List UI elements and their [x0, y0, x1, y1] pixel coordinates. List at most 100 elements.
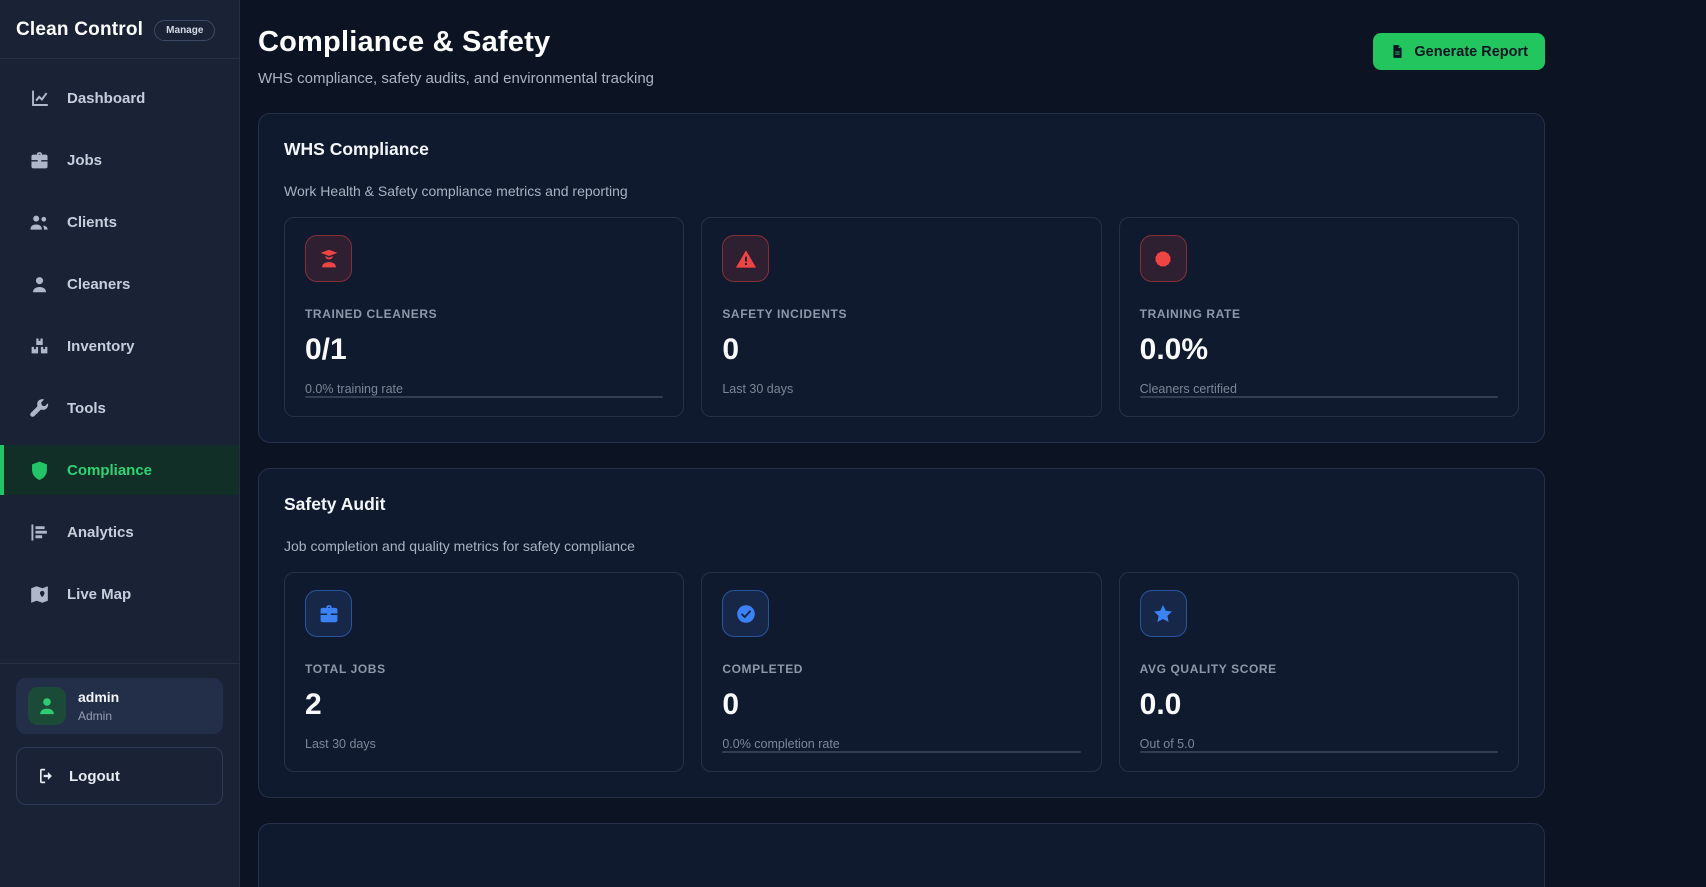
metric-value: 0.0	[1139, 688, 1182, 721]
app-root: Clean Control Manage Dashboard Jobs Clie…	[0, 0, 1706, 887]
page-subtitle: WHS compliance, safety audits, and envir…	[258, 70, 655, 87]
sidebar-item-clients[interactable]: Clients	[0, 197, 239, 247]
sidebar-item-tools[interactable]: Tools	[0, 383, 239, 433]
metric-subtext: Last 30 days	[722, 382, 794, 396]
main-content: Compliance & Safety WHS compliance, safe…	[240, 0, 1706, 887]
metric-subtext: Last 30 days	[305, 737, 376, 751]
user-card[interactable]: admin Admin	[16, 678, 223, 734]
section-title: WHS Compliance	[284, 139, 429, 159]
metric-card-avg-quality-score: AVG QUALITY SCORE 0.0 Out of 5.0	[1118, 572, 1519, 772]
metric-value: 0.0%	[1139, 333, 1209, 366]
metric-value: 0	[722, 333, 740, 366]
brand-title: Clean Control	[16, 19, 144, 40]
wrench-icon	[29, 398, 50, 419]
metric-subtext: 0.0% training rate	[305, 382, 403, 396]
metric-card-safety-incidents: SAFETY INCIDENTS 0 Last 30 days	[701, 217, 1102, 417]
generate-report-label: Generate Report	[1414, 43, 1528, 60]
progress-track	[1139, 396, 1498, 398]
boxes-icon	[29, 336, 50, 357]
metric-label: TOTAL JOBS	[305, 662, 386, 676]
metric-icon-tile	[722, 235, 770, 282]
metric-card-training-rate: TRAINING RATE 0.0% Cleaners certified	[1118, 217, 1519, 417]
section-safety-audit: Safety Audit Job completion and quality …	[258, 468, 1545, 798]
metric-card-trained-cleaners: TRAINED CLEANERS 0/1 0.0% training rate	[284, 217, 685, 417]
sidebar-bottom: admin Admin Logout	[0, 663, 239, 821]
section-whs-compliance: WHS Compliance Work Health & Safety comp…	[258, 113, 1545, 443]
metric-subtext: Cleaners certified	[1139, 382, 1237, 396]
users-icon	[29, 212, 50, 233]
manage-badge[interactable]: Manage	[154, 19, 216, 41]
sidebar-item-compliance[interactable]: Compliance	[0, 445, 239, 495]
section-title: Safety Audit	[284, 494, 386, 514]
triangle-alert-icon	[735, 248, 757, 270]
metric-value: 0/1	[305, 333, 347, 366]
map-icon	[29, 584, 50, 605]
metric-card-completed: COMPLETED 0 0.0% completion rate	[701, 572, 1102, 772]
metric-icon-tile	[1139, 235, 1187, 282]
sidebar-item-label: Clients	[67, 213, 118, 231]
sidebar-item-live-map[interactable]: Live Map	[0, 569, 239, 619]
user-graduate-icon	[318, 248, 340, 270]
sidebar-item-label: Inventory	[67, 337, 135, 355]
user-role: Admin	[78, 708, 113, 723]
metric-cards-row: TOTAL JOBS 2 Last 30 days COMPLETED 0 0.…	[284, 572, 1519, 772]
logout-button[interactable]: Logout	[16, 747, 223, 805]
sidebar: Clean Control Manage Dashboard Jobs Clie…	[0, 0, 240, 887]
shield-icon	[29, 460, 50, 481]
sidebar-nav: Dashboard Jobs Clients Cleaners Inventor…	[0, 59, 239, 663]
metric-label: SAFETY INCIDENTS	[722, 307, 848, 321]
metric-label: TRAINED CLEANERS	[305, 307, 438, 321]
user-icon	[29, 274, 50, 295]
metric-icon-tile	[722, 590, 770, 637]
sidebar-item-label: Analytics	[67, 523, 134, 541]
sidebar-item-inventory[interactable]: Inventory	[0, 321, 239, 371]
progress-track	[722, 751, 1081, 753]
sidebar-item-dashboard[interactable]: Dashboard	[0, 73, 239, 123]
sidebar-item-label: Tools	[67, 399, 106, 417]
briefcase-icon	[318, 603, 340, 625]
chart-line-icon	[29, 88, 50, 109]
sidebar-item-cleaners[interactable]: Cleaners	[0, 259, 239, 309]
logout-icon	[37, 767, 55, 785]
metric-value: 0	[722, 688, 740, 721]
section-peek	[258, 823, 1545, 887]
metric-icon-tile	[305, 590, 352, 637]
report-file-icon	[1390, 43, 1405, 60]
metric-value: 2	[305, 688, 322, 721]
page-header-text: Compliance & Safety WHS compliance, safe…	[258, 26, 654, 87]
progress-track	[305, 396, 664, 398]
metric-label: AVG QUALITY SCORE	[1139, 662, 1277, 676]
user-name: admin	[78, 689, 120, 706]
metric-cards-row: TRAINED CLEANERS 0/1 0.0% training rate …	[284, 217, 1519, 417]
section-subtitle: Job completion and quality metrics for s…	[284, 538, 635, 554]
star-icon	[1152, 603, 1174, 625]
generate-report-button[interactable]: Generate Report	[1373, 33, 1545, 70]
sidebar-item-label: Cleaners	[67, 275, 131, 293]
sidebar-item-label: Live Map	[67, 585, 132, 603]
briefcase-icon	[29, 150, 50, 171]
metric-subtext: 0.0% completion rate	[722, 737, 840, 751]
progress-track	[1139, 751, 1498, 753]
user-avatar-icon	[28, 687, 66, 725]
page-title: Compliance & Safety	[258, 26, 551, 58]
page-header: Compliance & Safety WHS compliance, safe…	[258, 26, 1545, 87]
sidebar-brand-row: Clean Control Manage	[0, 0, 239, 59]
sidebar-item-analytics[interactable]: Analytics	[0, 507, 239, 557]
chart-bars-icon	[29, 522, 50, 543]
metric-icon-tile	[1139, 590, 1187, 637]
metric-label: TRAINING RATE	[1139, 307, 1241, 321]
user-info: admin Admin	[78, 689, 119, 723]
sidebar-item-jobs[interactable]: Jobs	[0, 135, 239, 185]
metric-card-total-jobs: TOTAL JOBS 2 Last 30 days	[284, 572, 685, 772]
certificate-icon	[1152, 248, 1174, 270]
sidebar-item-label: Jobs	[67, 151, 103, 169]
metric-label: COMPLETED	[722, 662, 804, 676]
sidebar-item-label: Dashboard	[67, 89, 146, 107]
metric-icon-tile	[305, 235, 352, 282]
logout-label: Logout	[69, 767, 120, 785]
circle-check-icon	[735, 603, 757, 625]
section-subtitle: Work Health & Safety compliance metrics …	[284, 183, 628, 199]
sections-root: WHS Compliance Work Health & Safety comp…	[258, 113, 1545, 798]
metric-subtext: Out of 5.0	[1139, 737, 1195, 751]
sidebar-item-label: Compliance	[67, 461, 153, 479]
